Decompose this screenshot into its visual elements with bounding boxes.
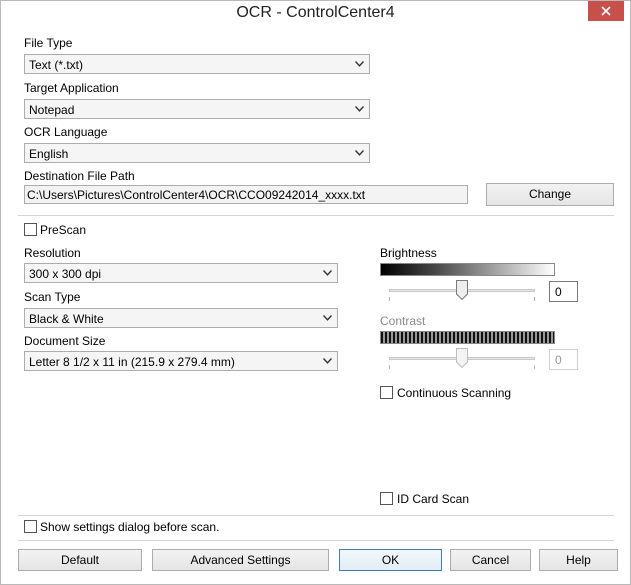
continuous-scanning-label: Continuous Scanning: [397, 386, 512, 400]
chevron-down-icon: [355, 150, 364, 156]
ocr-dialog: OCR - ControlCenter4 File Type Text (*.t…: [0, 0, 631, 585]
continuous-scanning-checkbox[interactable]: [380, 386, 393, 399]
scan-type-label: Scan Type: [24, 290, 81, 304]
chevron-down-icon: [323, 270, 332, 276]
file-type-value: Text (*.txt): [29, 58, 84, 72]
chevron-down-icon: [355, 61, 364, 67]
ocr-language-select[interactable]: English: [24, 143, 370, 163]
resolution-value: 300 x 300 dpi: [29, 267, 102, 281]
show-settings-checkbox[interactable]: [24, 520, 37, 533]
destination-path-value: C:\Users\Pictures\ControlCenter4\OCR\CCO…: [27, 188, 366, 202]
close-icon: [601, 6, 611, 16]
brightness-value-field[interactable]: 0: [549, 281, 578, 302]
resolution-label: Resolution: [24, 246, 81, 260]
show-settings-label: Show settings dialog before scan.: [40, 520, 220, 534]
id-card-scan-checkbox[interactable]: [380, 492, 393, 505]
target-application-value: Notepad: [29, 103, 75, 117]
cancel-button[interactable]: Cancel: [450, 549, 531, 571]
destination-path-label: Destination File Path: [24, 169, 135, 183]
change-button[interactable]: Change: [486, 183, 614, 206]
divider: [18, 215, 614, 216]
brightness-value: 0: [555, 285, 562, 299]
contrast-pattern: [380, 331, 555, 344]
chevron-down-icon: [323, 358, 332, 364]
target-application-label: Target Application: [24, 81, 119, 95]
divider: [18, 515, 614, 516]
document-size-select[interactable]: Letter 8 1/2 x 11 in (215.9 x 279.4 mm): [24, 351, 338, 371]
document-size-label: Document Size: [24, 334, 106, 348]
file-type-label: File Type: [24, 36, 73, 50]
brightness-gradient: [380, 263, 555, 276]
contrast-slider-thumb[interactable]: [456, 348, 468, 368]
destination-path-field[interactable]: C:\Users\Pictures\ControlCenter4\OCR\CCO…: [24, 185, 468, 204]
chevron-down-icon: [323, 315, 332, 321]
prescan-label: PreScan: [40, 223, 87, 237]
chevron-down-icon: [355, 106, 364, 112]
file-type-select[interactable]: Text (*.txt): [24, 54, 370, 74]
divider: [18, 540, 614, 541]
resolution-select[interactable]: 300 x 300 dpi: [24, 263, 338, 283]
ocr-language-value: English: [29, 147, 69, 161]
close-button[interactable]: [588, 1, 624, 21]
scan-type-value: Black & White: [29, 312, 104, 326]
advanced-settings-button[interactable]: Advanced Settings: [152, 549, 329, 571]
document-size-value: Letter 8 1/2 x 11 in (215.9 x 279.4 mm): [29, 355, 235, 369]
brightness-slider-thumb[interactable]: [456, 280, 468, 300]
title-bar: OCR - ControlCenter4: [1, 1, 630, 27]
window-title: OCR - ControlCenter4: [236, 4, 395, 21]
id-card-scan-label: ID Card Scan: [397, 492, 470, 506]
help-button[interactable]: Help: [539, 549, 618, 571]
scan-type-select[interactable]: Black & White: [24, 308, 338, 328]
prescan-checkbox[interactable]: [24, 223, 37, 236]
ocr-language-label: OCR Language: [24, 125, 108, 139]
contrast-label: Contrast: [380, 314, 426, 328]
default-button[interactable]: Default: [18, 549, 142, 571]
target-application-select[interactable]: Notepad: [24, 99, 370, 119]
contrast-value: 0: [555, 353, 562, 367]
ok-button[interactable]: OK: [339, 549, 442, 571]
brightness-label: Brightness: [380, 246, 437, 260]
contrast-value-field[interactable]: 0: [549, 349, 578, 370]
